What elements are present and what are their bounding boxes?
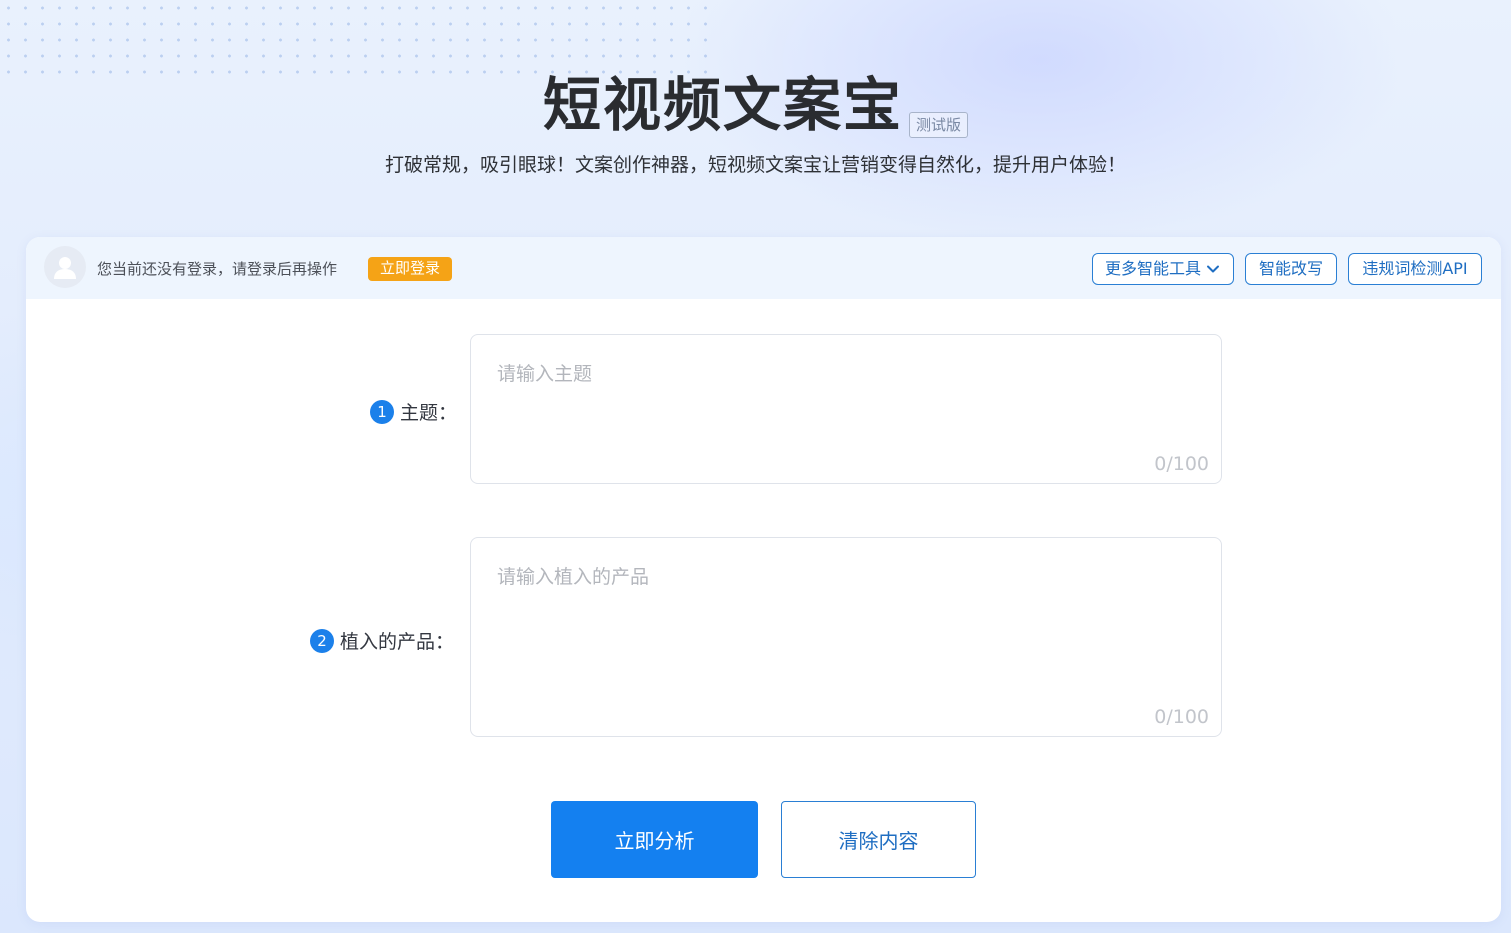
- clear-content-button[interactable]: 清除内容: [781, 801, 976, 878]
- more-tools-button[interactable]: 更多智能工具: [1092, 253, 1234, 285]
- violation-api-button[interactable]: 违规词检测API: [1348, 253, 1482, 285]
- title-row: 短视频文案宝 测试版: [0, 70, 1511, 140]
- login-button[interactable]: 立即登录: [368, 257, 453, 281]
- topic-field: 0/100: [470, 334, 1222, 484]
- page-title: 短视频文案宝: [542, 71, 903, 139]
- topic-label-text: 主题：: [400, 402, 458, 424]
- page-subtitle: 打破常规，吸引眼球！文案创作神器，短视频文案宝让营销变得自然化，提升用户体验！: [384, 154, 1126, 176]
- smart-rewrite-button[interactable]: 智能改写: [1245, 253, 1337, 285]
- more-tools-label: 更多智能工具: [1105, 259, 1202, 278]
- product-input[interactable]: [471, 538, 1221, 736]
- product-label-text: 植入的产品：: [340, 631, 455, 653]
- step-number-badge: 1: [370, 399, 394, 424]
- step-number-badge: 2: [310, 628, 334, 653]
- card-toolbar: 您当前还没有登录，请登录后再操作 立即登录 更多智能工具 智能改写 违规词检测A…: [26, 237, 1501, 299]
- product-field: 0/100: [470, 537, 1222, 737]
- avatar[interactable]: [44, 246, 86, 288]
- topic-input[interactable]: [471, 335, 1221, 483]
- product-label: 2 植入的产品：: [310, 627, 454, 654]
- login-notice: 您当前还没有登录，请登录后再操作: [97, 260, 338, 278]
- beta-badge: 测试版: [909, 112, 969, 138]
- chevron-down-icon: [1207, 265, 1219, 273]
- main-card: 您当前还没有登录，请登录后再操作 立即登录 更多智能工具 智能改写 违规词检测A…: [26, 237, 1501, 922]
- topic-char-counter: 0/100: [1154, 453, 1209, 475]
- product-char-counter: 0/100: [1154, 706, 1209, 728]
- user-icon: [54, 257, 76, 279]
- topic-label: 1 主题：: [370, 398, 457, 425]
- analyze-button[interactable]: 立即分析: [551, 801, 758, 878]
- page-header: 短视频文案宝 测试版 打破常规，吸引眼球！文案创作神器，短视频文案宝让营销变得自…: [0, 0, 1511, 237]
